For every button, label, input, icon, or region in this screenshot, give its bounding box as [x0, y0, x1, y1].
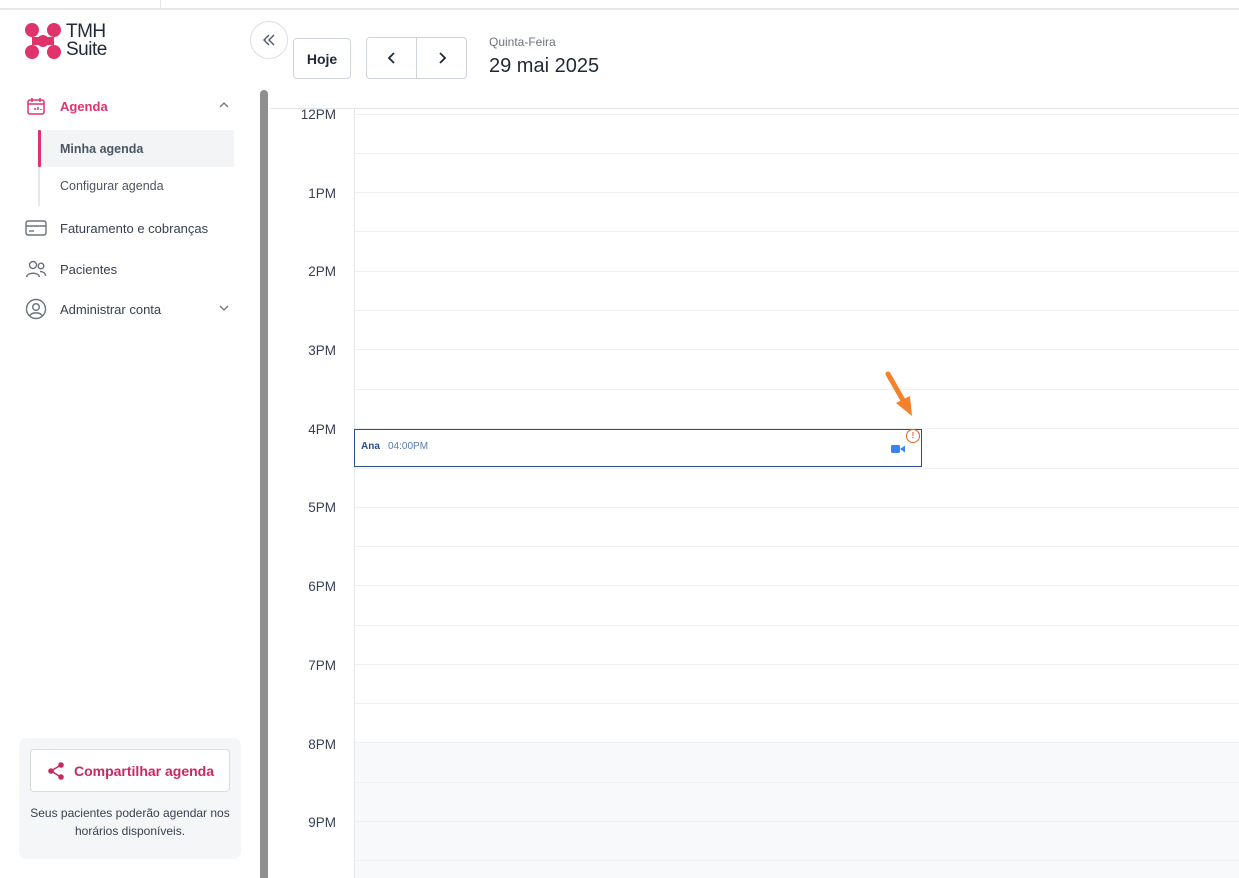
annotation-arrow-icon	[885, 371, 912, 416]
sidebar-item-pacientes[interactable]: Pacientes	[24, 254, 236, 284]
share-agenda-card: Compartilhar agenda Seus pacientes poder…	[19, 738, 241, 859]
sidebar-item-faturamento[interactable]: Faturamento e cobranças	[24, 213, 236, 243]
brand-name: TMH Suite	[66, 22, 107, 60]
hour-label: 8PM	[308, 737, 336, 752]
slot-line	[355, 821, 1239, 822]
double-chevron-left-icon	[263, 34, 275, 46]
slot-line	[355, 153, 1239, 154]
brand-name-line2: Suite	[66, 39, 107, 60]
share-icon	[48, 761, 64, 780]
hour-label: 7PM	[308, 658, 336, 673]
warning-badge[interactable]: !	[906, 429, 920, 443]
hour-label: 1PM	[308, 186, 336, 201]
event-patient-name: Ana	[361, 441, 380, 452]
sidebar-item-agenda[interactable]: Agenda	[24, 91, 236, 121]
chevron-right-icon	[439, 52, 447, 64]
browser-top-strip	[0, 0, 1239, 10]
sidebar-subitem-minha-agenda[interactable]: Minha agenda	[40, 130, 234, 167]
users-icon	[24, 257, 48, 281]
share-button-label: Compartilhar agenda	[73, 762, 215, 779]
video-camera-icon	[891, 445, 905, 453]
slot-line	[355, 231, 1239, 232]
sidebar-item-label: Pacientes	[60, 261, 118, 277]
date-navigation	[366, 37, 467, 79]
collapse-sidebar-button[interactable]	[250, 21, 288, 59]
sidebar-item-label: Administrar conta	[60, 301, 162, 317]
subitem-label: Configurar agenda	[60, 178, 164, 193]
hour-label: 3PM	[308, 343, 336, 358]
slot-line	[355, 860, 1239, 861]
active-indicator	[38, 130, 41, 167]
share-note: Seus pacientes poderão agendar nos horár…	[30, 806, 230, 838]
sidebar-item-label: Agenda	[60, 98, 108, 114]
slot-line	[355, 310, 1239, 311]
weekday-label: Quinta-Feira	[489, 35, 556, 49]
user-circle-icon	[24, 297, 48, 321]
hour-label: 9PM	[308, 815, 336, 830]
chevron-up-icon[interactable]	[218, 99, 230, 111]
slot-line	[355, 114, 1239, 115]
scrollbar-thumb[interactable]	[260, 90, 268, 878]
subitem-label: Minha agenda	[60, 141, 144, 156]
slot-line	[355, 271, 1239, 272]
today-button[interactable]: Hoje	[293, 38, 351, 79]
slot-line	[355, 546, 1239, 547]
sidebar-item-label: Faturamento e cobranças	[60, 220, 209, 236]
brand-logo[interactable]: TMH Suite	[24, 22, 124, 62]
day-calendar-grid[interactable]: 12PM 1PM 2PM 3PM 4PM 5PM 6PM 7PM 8PM 9PM	[270, 107, 1239, 878]
chevron-down-icon[interactable]	[218, 302, 230, 314]
previous-day-button[interactable]	[367, 38, 417, 78]
share-agenda-button[interactable]: Compartilhar agenda	[30, 749, 230, 792]
slot-line	[355, 664, 1239, 665]
slot-line	[355, 468, 1239, 469]
sidebar-subitem-configurar-agenda[interactable]: Configurar agenda	[40, 167, 234, 204]
hour-label: 4PM	[308, 422, 336, 437]
sidebar: TMH Suite Agenda Minha agenda Configurar…	[0, 10, 258, 878]
slot-line	[355, 507, 1239, 508]
time-column-divider	[354, 109, 355, 878]
logo-mark-icon	[25, 23, 61, 59]
calendar-icon	[24, 94, 48, 118]
slot-line	[355, 703, 1239, 704]
hour-label: 2PM	[308, 264, 336, 279]
slot-line	[355, 585, 1239, 586]
slot-line	[355, 349, 1239, 350]
slot-line	[355, 389, 1239, 390]
event-time: 04:00PM	[388, 441, 429, 452]
hour-label: 5PM	[308, 500, 336, 515]
sidebar-item-administrar-conta[interactable]: Administrar conta	[24, 294, 236, 324]
chevron-left-icon	[387, 52, 395, 64]
sidebar-scrollbar[interactable]	[258, 10, 270, 878]
credit-card-icon	[24, 216, 48, 240]
slot-line	[355, 192, 1239, 193]
slot-line	[355, 625, 1239, 626]
current-date: 29 mai 2025	[489, 55, 600, 77]
slot-line	[355, 742, 1239, 743]
next-day-button[interactable]	[417, 38, 467, 78]
appointment-event[interactable]: Ana 04:00PM	[354, 429, 922, 467]
top-strip-segment	[160, 0, 1239, 8]
slot-line	[355, 782, 1239, 783]
unavailable-hours-area	[354, 742, 1239, 878]
hour-label: 6PM	[308, 579, 336, 594]
hour-label: 12PM	[300, 107, 336, 122]
